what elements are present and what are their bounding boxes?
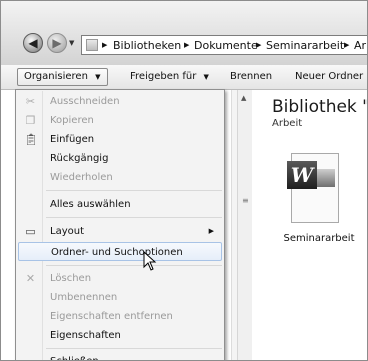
word-document-icon[interactable]: W [287,153,343,225]
address-bar[interactable]: ▶ Bibliotheken ▶ Dokumente ▶ Seminararbe… [81,35,367,55]
menu-separator [46,265,222,266]
menu-item-properties[interactable]: Eigenschaften [18,326,222,345]
menu-item-label: Löschen [50,273,92,284]
command-bar: Organisieren ▼ Freigeben für ▼ Brennen N… [1,65,367,90]
menu-item-label: Layout [50,226,84,237]
new-folder-button[interactable]: Neuer Ordner [295,68,363,86]
menu-separator [46,348,222,349]
document-picture-icon [317,169,335,187]
organize-menu: ✂ Ausschneiden ❐ Kopieren 📋︎ Einfügen Rü… [15,89,225,360]
library-subtitle: Arbeit [272,118,303,129]
menu-separator [46,217,222,218]
forward-button[interactable]: ▶ [47,33,67,53]
breadcrumb-arbeit[interactable]: Arb [354,39,367,52]
share-label: Freigeben für [130,71,197,82]
organize-button[interactable]: Organisieren ▼ [17,68,108,86]
file-name[interactable]: Seminararbeit [271,233,367,244]
chevron-down-icon: ▼ [203,73,209,81]
breadcrumb-chevron-icon: ▶ [344,41,350,49]
explorer-window: ◀ ▶ ▼ ▶ Bibliotheken ▶ Dokumente ▶ Semin… [0,0,368,361]
recent-pages-dropdown[interactable]: ▼ [69,39,74,47]
menu-item-select-all[interactable]: Alles auswählen [18,195,222,214]
menu-item-delete[interactable]: ✕ Löschen [18,269,222,288]
library-title: Bibliothek "De [272,97,367,117]
menu-item-label: Einfügen [50,134,95,145]
back-button[interactable]: ◀ [23,33,43,53]
chevron-down-icon: ▼ [95,73,101,81]
submenu-arrow-icon: ▶ [208,227,214,235]
forward-arrow-icon: ▶ [52,36,62,50]
menu-item-undo[interactable]: Rückgängig [18,149,222,168]
menu-item-label: Schließen [50,352,99,360]
menu-item-label: Eigenschaften [50,330,121,341]
copy-icon: ❐ [25,114,36,127]
clipboard-icon: 📋︎ [24,133,38,146]
scroll-grip-icon[interactable]: ≡ [242,196,249,205]
layout-icon: ▭ [25,225,36,238]
organize-label: Organisieren [24,71,88,82]
menu-item-label: Ausschneiden [50,96,120,107]
word-logo-icon: W [287,161,317,189]
menu-item-label: Alles auswählen [50,199,131,210]
menu-item-rename[interactable]: Umbenennen [18,288,222,307]
library-icon [86,39,98,51]
menu-item-layout[interactable]: ▭ Layout ▶ [18,222,222,241]
burn-button[interactable]: Brennen [230,68,272,86]
share-button[interactable]: Freigeben für ▼ [130,68,209,86]
menu-item-redo[interactable]: Wiederholen [18,168,222,187]
menu-separator [46,190,222,191]
menu-item-label: Eigenschaften entfernen [50,311,173,322]
breadcrumb-dokumente[interactable]: Dokumente [194,39,258,52]
menu-item-paste[interactable]: 📋︎ Einfügen [18,130,222,149]
breadcrumb-bibliotheken[interactable]: Bibliotheken [113,39,181,52]
navigation-scrollbar[interactable]: ▲ ≡ [237,90,252,360]
menu-item-close[interactable]: Schließen [18,352,222,360]
menu-item-label: Ordner- und Suchoptionen [51,247,183,258]
menu-item-remove-properties[interactable]: Eigenschaften entfernen [18,307,222,326]
breadcrumb-chevron-icon: ▶ [184,41,190,49]
title-bar: ◀ ▶ ▼ ▶ Bibliotheken ▶ Dokumente ▶ Semin… [1,1,367,65]
mouse-pointer-icon [143,251,157,271]
menu-item-copy[interactable]: ❐ Kopieren [18,111,222,130]
breadcrumb-seminararbeit[interactable]: Seminararbeit [266,39,344,52]
scroll-up-icon[interactable]: ▲ [241,94,246,102]
menu-item-label: Kopieren [50,115,94,126]
delete-x-icon: ✕ [25,272,36,285]
menu-item-label: Umbenennen [50,292,118,303]
menu-item-label: Rückgängig [50,153,109,164]
scissors-icon: ✂ [25,95,36,108]
breadcrumb-chevron-icon: ▶ [256,41,262,49]
menu-item-folder-search-options[interactable]: Ordner- und Suchoptionen [18,242,222,261]
back-arrow-icon: ◀ [28,36,38,50]
breadcrumb-chevron-icon: ▶ [102,41,108,49]
menu-item-label: Wiederholen [50,172,113,183]
menu-item-cut[interactable]: ✂ Ausschneiden [18,92,222,111]
